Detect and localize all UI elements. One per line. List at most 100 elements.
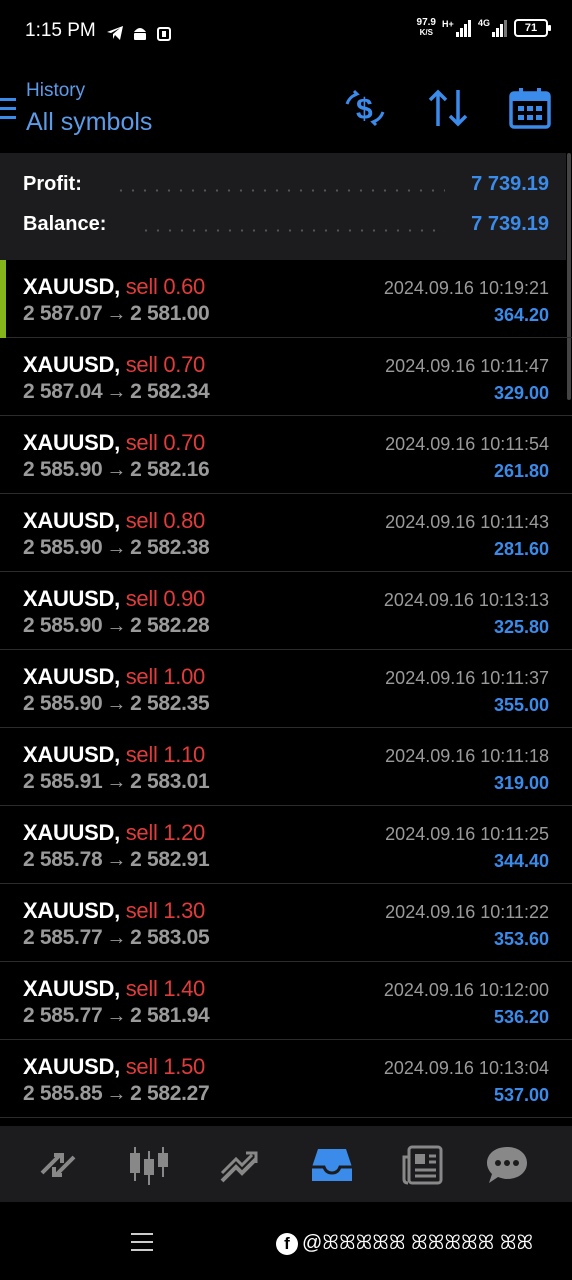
- trade-prices: 2 585.78 → 2 582.91: [23, 848, 210, 872]
- dot-leader: [140, 229, 445, 232]
- open-price: 2 585.90: [23, 458, 103, 481]
- net-speed-unit: K/S: [419, 28, 433, 37]
- profit-value: 7 739.19: [471, 173, 549, 195]
- symbol-name: XAUUSD,: [23, 898, 120, 923]
- symbol-filter[interactable]: All symbols: [26, 108, 152, 137]
- trade-symbol: XAUUSD, sell 0.70: [23, 352, 205, 378]
- trade-type: sell 1.10: [125, 742, 206, 767]
- close-price: 2 583.05: [130, 926, 210, 949]
- trade-date: 2024.09.16 10:11:37: [385, 668, 549, 688]
- trade-date: 2024.09.16 10:11:25: [385, 824, 549, 844]
- trade-row[interactable]: XAUUSD, sell 0.60 2024.09.16 10:19:21 2 58…: [0, 260, 572, 338]
- balance-label: Balance:: [23, 213, 107, 235]
- open-price: 2 585.77: [23, 1004, 103, 1027]
- trade-symbol: XAUUSD, sell 1.20: [23, 820, 205, 846]
- news-icon[interactable]: [401, 1143, 445, 1187]
- arrow-icon: →: [106, 381, 127, 403]
- trade-symbol: XAUUSD, sell 1.00: [23, 664, 205, 690]
- close-price: 2 582.38: [130, 536, 210, 559]
- trade-prices: 2 587.07 → 2 581.00: [23, 302, 210, 326]
- trade-row[interactable]: XAUUSD, sell 0.70 2024.09.16 10:11:54 2 58…: [0, 416, 572, 494]
- trade-date: 2024.09.16 10:12:00: [383, 980, 549, 1000]
- trade-symbol: XAUUSD, sell 0.70: [23, 430, 205, 456]
- symbol-name: XAUUSD,: [23, 976, 120, 1001]
- trade-date: 2024.09.16 10:19:21: [383, 278, 549, 298]
- bottom-nav: [0, 1126, 572, 1202]
- trade-prices: 2 585.90 → 2 582.28: [23, 614, 210, 638]
- trade-row[interactable]: XAUUSD, sell 1.20 2024.09.16 10:11:25 2 58…: [0, 806, 572, 884]
- arrow-icon: →: [106, 1083, 127, 1105]
- symbol-name: XAUUSD,: [23, 430, 120, 455]
- trade-profit: 344.40: [493, 851, 549, 871]
- trade-list: XAUUSD, sell 0.60 2024.09.16 10:19:21 2 58…: [0, 260, 572, 1118]
- svg-text:$: $: [356, 93, 373, 126]
- arrow-icon: →: [106, 693, 127, 715]
- chat-icon[interactable]: [485, 1143, 529, 1187]
- trade-profit: 329.00: [493, 383, 549, 403]
- trade-row[interactable]: XAUUSD, sell 1.10 2024.09.16 10:11:18 2 58…: [0, 728, 572, 806]
- trade-row[interactable]: XAUUSD, sell 0.90 2024.09.16 10:13:13 2 58…: [0, 572, 572, 650]
- trade-profit: 319.00: [493, 773, 549, 793]
- close-price: 2 582.34: [130, 380, 210, 403]
- trade-date: 2024.09.16 10:11:47: [385, 356, 549, 376]
- trade-row[interactable]: XAUUSD, sell 1.50 2024.09.16 10:13:04 2 58…: [0, 1040, 572, 1118]
- facebook-icon: f: [276, 1232, 298, 1255]
- open-price: 2 585.90: [23, 536, 103, 559]
- battery-level: 71: [524, 22, 538, 34]
- trade-row[interactable]: XAUUSD, sell 1.40 2024.09.16 10:12:00 2 58…: [0, 962, 572, 1040]
- trade-profit: 355.00: [493, 695, 549, 715]
- trade-profit: 325.80: [493, 617, 549, 637]
- symbol-name: XAUUSD,: [23, 274, 120, 299]
- menu-icon[interactable]: [0, 98, 16, 120]
- net-speed: 97.9 K/S: [417, 18, 436, 38]
- trade-symbol: XAUUSD, sell 0.90: [23, 586, 205, 612]
- open-price: 2 585.85: [23, 1082, 103, 1105]
- summary-panel: Profit: 7 739.19 Balance: 7 739.19: [0, 153, 566, 260]
- system-nav-bar: f @ꕤꕤꕤꕤꕤ ꕤꕤꕤꕤꕤ ꕤꕤ: [0, 1202, 572, 1280]
- trade-row[interactable]: XAUUSD, sell 0.70 2024.09.16 10:11:47 2 58…: [0, 338, 572, 416]
- trade-symbol: XAUUSD, sell 1.50: [23, 1054, 205, 1080]
- trade-profit: 364.20: [493, 305, 549, 325]
- symbol-name: XAUUSD,: [23, 586, 120, 611]
- trade-profit: 537.00: [493, 1085, 549, 1105]
- trade-type: sell 0.60: [125, 274, 206, 299]
- symbol-name: XAUUSD,: [23, 742, 120, 767]
- dot-leader: [115, 189, 445, 192]
- battery-icon: 71: [514, 19, 551, 37]
- sort-icon[interactable]: [426, 86, 470, 130]
- trade-row[interactable]: XAUUSD, sell 0.80 2024.09.16 10:11:43 2 58…: [0, 494, 572, 572]
- trade-type: sell 0.80: [125, 508, 206, 533]
- trade-row[interactable]: XAUUSD, sell 1.00 2024.09.16 10:11:37 2 58…: [0, 650, 572, 728]
- recent-apps-icon[interactable]: [131, 1233, 153, 1257]
- page-title: History: [26, 80, 86, 101]
- trade-type: sell 0.70: [125, 352, 206, 377]
- trade-profit: 261.80: [493, 461, 549, 481]
- currency-filter-icon[interactable]: $: [343, 86, 387, 130]
- trade-date: 2024.09.16 10:11:22: [385, 902, 549, 922]
- android-icon: [134, 28, 146, 40]
- watermark-text: @ꕤꕤꕤꕤꕤ ꕤꕤꕤꕤꕤ ꕤꕤ: [302, 1232, 534, 1254]
- trade-icon[interactable]: [218, 1143, 262, 1187]
- profit-label: Profit:: [23, 173, 82, 195]
- trade-symbol: XAUUSD, sell 0.60: [23, 274, 205, 300]
- chart-icon[interactable]: [127, 1143, 171, 1187]
- symbol-name: XAUUSD,: [23, 352, 120, 377]
- symbol-name: XAUUSD,: [23, 508, 120, 533]
- history-icon[interactable]: [310, 1143, 354, 1187]
- status-bar: 1:15 PM 97.9 K/S H+ 4G 71: [0, 0, 572, 62]
- open-price: 2 585.90: [23, 614, 103, 637]
- trade-symbol: XAUUSD, sell 1.10: [23, 742, 205, 768]
- arrow-icon: →: [106, 303, 127, 325]
- trade-type: sell 1.20: [125, 820, 206, 845]
- trade-date: 2024.09.16 10:13:13: [383, 590, 549, 610]
- 4g-signal-icon: 4G: [478, 18, 508, 38]
- calendar-icon[interactable]: [508, 86, 552, 130]
- close-price: 2 582.91: [130, 848, 210, 871]
- trade-row[interactable]: XAUUSD, sell 1.30 2024.09.16 10:11:22 2 58…: [0, 884, 572, 962]
- trade-date: 2024.09.16 10:11:18: [385, 746, 549, 766]
- trade-prices: 2 585.90 → 2 582.16: [23, 458, 210, 482]
- arrow-icon: →: [106, 927, 127, 949]
- quotes-icon[interactable]: [36, 1143, 80, 1187]
- trade-symbol: XAUUSD, sell 0.80: [23, 508, 205, 534]
- close-price: 2 581.94: [130, 1004, 210, 1027]
